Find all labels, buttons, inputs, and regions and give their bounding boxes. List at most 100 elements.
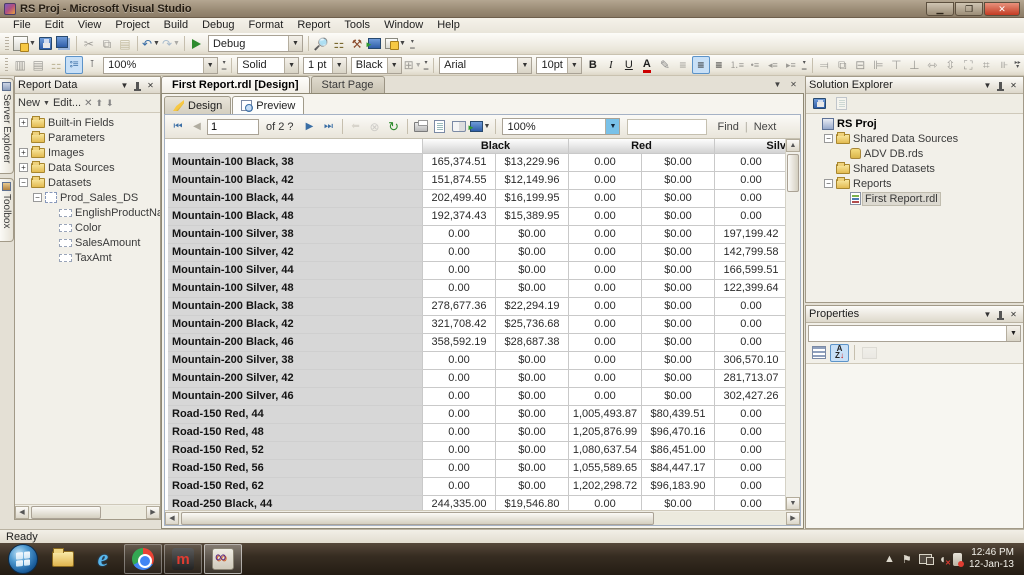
tree-item-color[interactable]: Color [15,220,160,235]
move-up-button[interactable]: ⬆ [95,98,103,109]
tree-expander[interactable]: − [33,193,42,202]
border-style-combo[interactable]: Solid▼ [237,57,299,74]
print-button[interactable] [412,118,430,136]
properties-button[interactable] [810,95,828,113]
action-center-flag-icon[interactable]: ⚑ [902,553,912,566]
tab-design-view[interactable]: Design [164,96,231,114]
save-all-button[interactable] [55,35,73,53]
align-lefts-button[interactable]: ⫤ [815,56,833,74]
font-family-combo[interactable]: Arial▼ [439,57,532,74]
align-right-button[interactable]: ≡ [710,56,728,74]
document-list-button[interactable]: ▼ [771,78,784,91]
same-size-button[interactable]: ⛶ [959,56,977,74]
menu-file[interactable]: File [6,18,38,33]
server-explorer-tab[interactable]: Server Explorer [0,78,14,174]
tree-item-englishproductname[interactable]: EnglishProductName [15,205,160,220]
property-pages-button[interactable] [860,344,878,362]
toolbar-overflow-button[interactable]: ▾▁ [800,57,809,73]
close-button[interactable]: ✕ [984,2,1020,16]
menu-view[interactable]: View [71,18,109,33]
stop-rendering-button[interactable]: ⊗ [366,118,384,136]
underline-button[interactable]: U [620,56,638,74]
print-layout-button[interactable] [431,118,449,136]
align-middles-button[interactable]: ⊟ [851,56,869,74]
menu-window[interactable]: Window [377,18,430,33]
export-button[interactable]: ▼ [469,118,492,136]
align-center-button[interactable]: ≡ [692,56,710,74]
first-page-button[interactable]: ⏮ [169,118,187,136]
tree-item-images[interactable]: +Images [15,145,160,160]
show-hidden-icons-button[interactable]: ▲ [884,553,895,565]
same-height-button[interactable]: ⇳ [941,56,959,74]
properties-object-combo[interactable]: ▼ [808,325,1021,342]
report-vscrollbar[interactable]: ▲ ▼ [785,139,800,510]
windows-explorer-icon[interactable] [44,544,82,574]
find-button[interactable]: Find [712,121,743,133]
report-layout-button-2[interactable]: ▤ [29,56,47,74]
close-document-button[interactable]: ✕ [787,78,800,91]
toolbar-overflow-button[interactable]: ▾▁ [407,36,418,52]
tree-expander[interactable]: − [19,178,28,187]
borders-button[interactable]: ⊞▼ [404,56,422,74]
paste-button[interactable]: ▤ [116,35,134,53]
toolbar-overflow-button[interactable]: ▸▸▾ [1013,57,1022,73]
find-next-button[interactable]: Next [749,121,782,133]
menu-format[interactable]: Format [242,18,291,33]
undo-button[interactable]: ↶▼ [141,35,161,53]
show-all-files-button[interactable] [832,95,850,113]
move-down-button[interactable]: ⬇ [106,98,114,109]
visual-studio-icon[interactable] [204,544,242,574]
tree-expander[interactable]: + [19,163,28,172]
previous-page-button[interactable]: ◀ [188,118,206,136]
chrome-icon[interactable] [124,544,162,574]
menu-edit[interactable]: Edit [38,18,71,33]
decrease-indent-button[interactable]: ◂≡ [764,56,782,74]
tab-first-report[interactable]: First Report.rdl [Design] [161,76,310,93]
tree-item-rs-proj[interactable]: RS Proj [806,116,1023,131]
tree-expander[interactable]: − [824,134,833,143]
toolbar-overflow-button[interactable]: ▾▁ [422,57,431,73]
window-layout-button[interactable]: ▼ [384,35,407,53]
report-properties-button[interactable]: ⚏ [47,56,65,74]
toolbar-grip[interactable] [5,37,9,51]
menu-help[interactable]: Help [430,18,467,33]
tree-item-shared-data-sources[interactable]: −Shared Data Sources [806,131,1023,146]
tree-item-prod-sales-ds[interactable]: −Prod_Sales_DS [15,190,160,205]
bullet-list-button[interactable]: •≡ [746,56,764,74]
find-in-files-button[interactable]: 🔎 [312,35,330,53]
tree-item-datasets[interactable]: −Datasets [15,175,160,190]
tree-item-shared-datasets[interactable]: Shared Datasets [806,161,1023,176]
bold-button[interactable]: B [584,56,602,74]
tree-expander[interactable]: + [19,148,28,157]
page-number-input[interactable] [207,119,259,135]
menu-report[interactable]: Report [290,18,337,33]
auto-hide-pin-button[interactable] [994,308,1007,321]
tree-item-parameters[interactable]: Parameters [15,130,160,145]
cut-button[interactable]: ✂ [80,35,98,53]
tree-expander[interactable]: − [824,179,833,188]
report-data-new-button[interactable]: New▼ [18,97,50,109]
window-position-button[interactable]: ▼ [118,79,131,92]
close-panel-button[interactable]: ✕ [1007,308,1020,321]
increase-indent-button[interactable]: ▸≡ [782,56,800,74]
refresh-button[interactable]: ↻ [385,118,403,136]
debug-configuration-combo[interactable]: Debug▼ [208,35,303,52]
clock[interactable]: 12:46 PM 12-Jan-13 [969,547,1014,571]
tree-expander[interactable]: + [19,118,28,127]
align-bottoms-button[interactable]: ⊥ [905,56,923,74]
toolbox-tab[interactable]: Toolbox [0,178,14,242]
close-panel-button[interactable]: ✕ [1007,79,1020,92]
window-position-button[interactable]: ▼ [981,308,994,321]
align-left-button[interactable]: ≡ [674,56,692,74]
window-position-button[interactable]: ▼ [981,79,994,92]
auto-hide-pin-button[interactable] [994,79,1007,92]
same-width-button[interactable]: ⇿ [923,56,941,74]
toggle-grouping-button[interactable]: ⦂≡ [65,56,83,74]
numbered-list-button[interactable]: ⒈≡ [728,56,746,74]
save-button[interactable] [37,35,55,53]
micromax-icon[interactable]: m [164,544,202,574]
report-data-edit-button[interactable]: Edit... [53,97,81,109]
properties-window-button[interactable]: ⚏ [330,35,348,53]
start-debug-button[interactable] [188,35,206,53]
menu-tools[interactable]: Tools [337,18,377,33]
